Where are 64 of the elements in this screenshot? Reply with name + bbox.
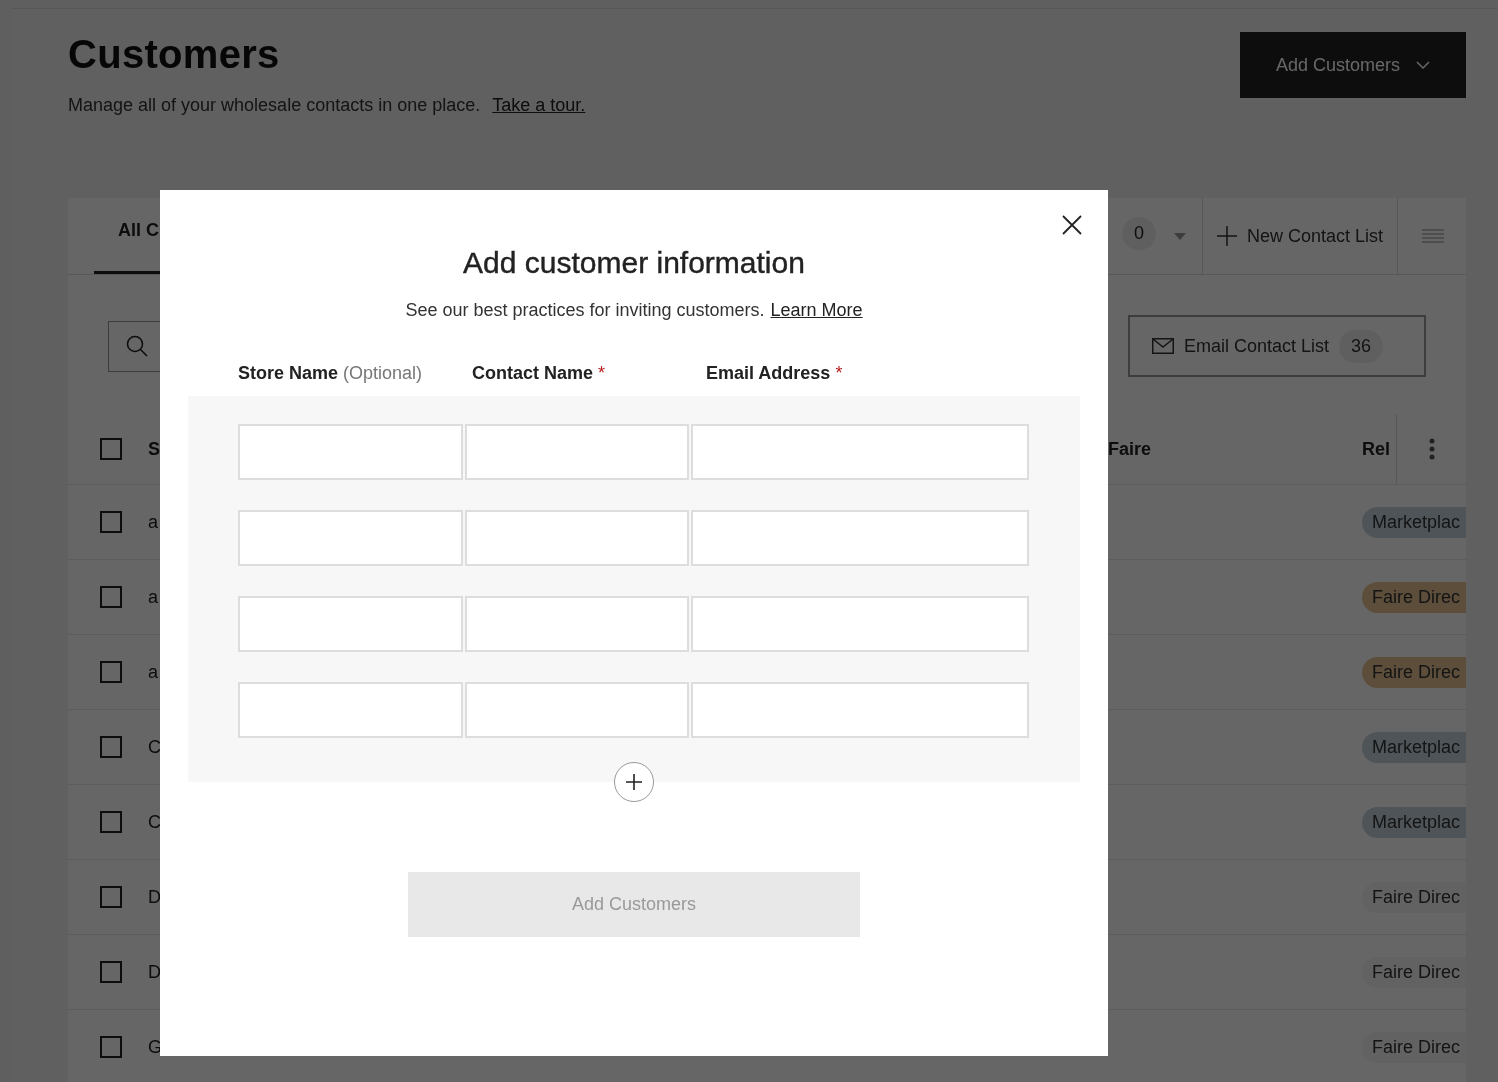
list-view-icon bbox=[1422, 229, 1444, 243]
table-cell: a bbox=[148, 661, 158, 683]
checkbox[interactable] bbox=[100, 1036, 122, 1058]
page-subtitle: Manage all of your wholesale contacts in one place. bbox=[68, 95, 481, 116]
table-cell: C bbox=[148, 736, 161, 758]
relationship-tag: Faire Direc bbox=[1362, 1031, 1466, 1063]
checkbox[interactable] bbox=[100, 661, 122, 683]
input-field[interactable] bbox=[238, 596, 463, 652]
email-contact-list-button[interactable]: Email Contact List 36 bbox=[1128, 315, 1426, 377]
envelope-icon bbox=[1152, 338, 1174, 354]
input-field[interactable] bbox=[691, 682, 1029, 738]
count-badge: 36 bbox=[1339, 329, 1384, 363]
count-badge: 0 bbox=[1121, 216, 1156, 250]
table-cell: a bbox=[148, 511, 158, 533]
page-title: Customers bbox=[68, 32, 281, 77]
add-customers-button[interactable]: Add Customers bbox=[1240, 32, 1466, 98]
input-field[interactable] bbox=[465, 682, 689, 738]
input-field[interactable] bbox=[691, 596, 1029, 652]
learn-more-link[interactable]: Learn More bbox=[770, 300, 863, 321]
chevron-down-icon bbox=[1416, 61, 1431, 69]
more-options-icon bbox=[1428, 438, 1435, 460]
relationship-tag: Faire Direc bbox=[1362, 956, 1466, 988]
new-contact-list-button[interactable]: New Contact List bbox=[1202, 198, 1398, 274]
close-icon bbox=[1062, 215, 1082, 235]
input-field[interactable] bbox=[238, 424, 463, 480]
close-button[interactable] bbox=[1060, 213, 1084, 237]
table-cell: D bbox=[148, 886, 161, 908]
relationship-tag: Marketplac bbox=[1362, 806, 1466, 838]
column-header: Faire bbox=[1108, 438, 1152, 460]
checkbox[interactable] bbox=[100, 438, 122, 460]
table-cell: C bbox=[148, 811, 161, 833]
field-label: Contact Name * bbox=[472, 363, 607, 384]
field-label: Store Name (Optional) bbox=[238, 363, 424, 384]
plus-icon bbox=[1216, 226, 1237, 246]
search-icon bbox=[126, 335, 148, 357]
input-field[interactable] bbox=[238, 682, 463, 738]
column-header: S bbox=[148, 438, 160, 460]
input-field[interactable] bbox=[465, 424, 689, 480]
checkbox[interactable] bbox=[100, 586, 122, 608]
input-field[interactable] bbox=[691, 510, 1029, 566]
caret-down-icon bbox=[1173, 232, 1186, 240]
checkbox[interactable] bbox=[100, 886, 122, 908]
checkbox[interactable] bbox=[100, 736, 122, 758]
dialog-title: Add customer information bbox=[462, 246, 806, 280]
checkbox[interactable] bbox=[100, 961, 122, 983]
relationship-tag: Faire Direc bbox=[1362, 581, 1466, 613]
input-field[interactable] bbox=[238, 510, 463, 566]
checkbox[interactable] bbox=[100, 811, 122, 833]
relationship-tag: Marketplac bbox=[1362, 731, 1466, 763]
input-field[interactable] bbox=[691, 424, 1029, 480]
plus-icon bbox=[626, 774, 642, 790]
table-cell: D bbox=[148, 961, 161, 983]
input-field[interactable] bbox=[465, 596, 689, 652]
relationship-tag: Faire Direc bbox=[1362, 656, 1466, 688]
column-header: Rel bbox=[1362, 438, 1390, 460]
relationship-tag: Faire Direc bbox=[1362, 881, 1466, 913]
tour-link[interactable]: Take a tour. bbox=[492, 95, 586, 116]
checkbox[interactable] bbox=[100, 511, 122, 533]
input-field[interactable] bbox=[465, 510, 689, 566]
relationship-tag: Marketplac bbox=[1362, 506, 1466, 538]
table-cell: a bbox=[148, 586, 158, 608]
dialog-subtitle: See our best practices for inviting customers. bbox=[405, 300, 765, 321]
field-label: Email Address * bbox=[706, 363, 844, 384]
add-row-button[interactable] bbox=[614, 762, 654, 802]
